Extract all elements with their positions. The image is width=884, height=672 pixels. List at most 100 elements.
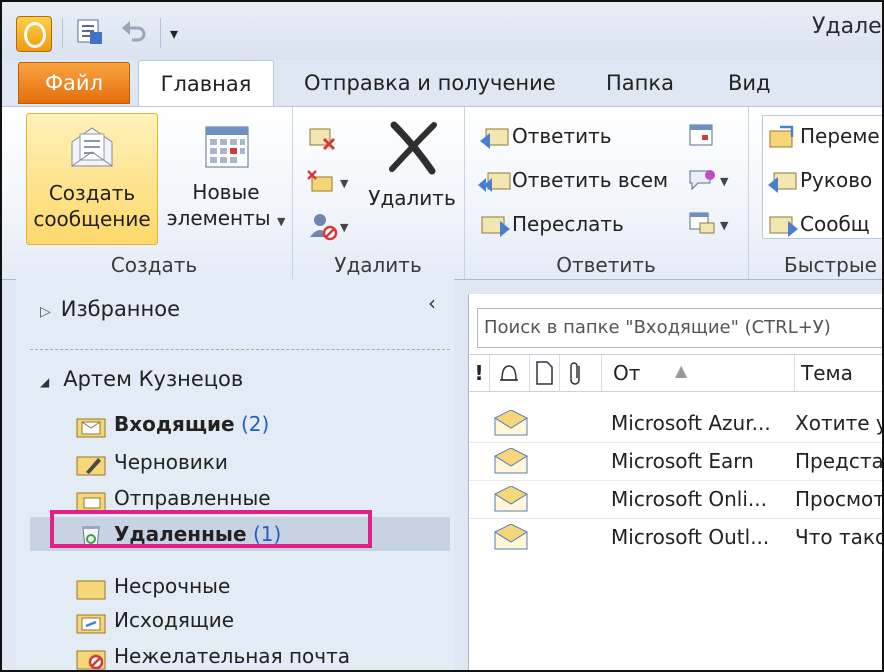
reply-all-icon bbox=[478, 172, 511, 192]
folder-inbox[interactable]: Входящие (2) bbox=[76, 407, 269, 441]
favorites-header[interactable]: ▷ Избранное bbox=[40, 297, 180, 321]
folder-junk[interactable]: Нежелательная почта bbox=[76, 639, 350, 670]
type-column[interactable] bbox=[529, 355, 560, 391]
group-delete: ▼ ▼ Удалить Удалить bbox=[292, 107, 465, 279]
search-input[interactable]: Поиск в папке "Входящие" (CTRL+У) bbox=[477, 308, 882, 348]
ribbon: Создать сообщение Новые элементы ▼ Созда… bbox=[2, 106, 882, 280]
ignore-button[interactable] bbox=[306, 119, 340, 153]
outlook-window: ▾ Удален Файл Главная Отправка и получен… bbox=[0, 0, 884, 672]
cleanup-button[interactable]: ▼ bbox=[306, 163, 348, 197]
junk-folder-icon bbox=[76, 650, 106, 669]
folder-outbox[interactable]: Исходящие bbox=[76, 603, 234, 637]
tab-home[interactable]: Главная bbox=[138, 60, 274, 108]
tab-view[interactable]: Вид bbox=[728, 60, 771, 106]
tab-send-receive[interactable]: Отправка и получение bbox=[304, 60, 556, 106]
outbox-folder-icon bbox=[76, 614, 106, 633]
quick-step-team[interactable]: Сообщ bbox=[766, 207, 870, 241]
collapse-pane-icon[interactable]: ‹ bbox=[428, 291, 436, 315]
folder-inbox-label: Входящие bbox=[114, 412, 235, 436]
meeting-button[interactable] bbox=[686, 117, 720, 151]
nav-divider bbox=[30, 349, 450, 350]
account-header[interactable]: ◢ Артем Кузнецов bbox=[40, 367, 243, 391]
group-create: Создать сообщение Новые элементы ▼ Созда… bbox=[16, 107, 293, 279]
ignore-icon bbox=[309, 128, 336, 150]
reply-label: Ответить bbox=[512, 124, 612, 148]
inbox-folder-icon bbox=[76, 418, 106, 437]
message-row[interactable]: Microsoft Onli... Просмот bbox=[469, 480, 884, 518]
qat-separator bbox=[160, 18, 161, 48]
forward-label: Переслать bbox=[512, 212, 624, 236]
group-respond: Ответить Ответить всем Переслать ▼ ▼ Отв… bbox=[464, 107, 749, 279]
send-receive-icon[interactable] bbox=[74, 16, 106, 48]
more-respond-icon bbox=[689, 212, 715, 233]
sort-ascending-icon: ▲ bbox=[675, 361, 688, 380]
quick-step-team-label: Сообщ bbox=[800, 212, 870, 236]
document-icon bbox=[536, 361, 553, 385]
quick-step-manager[interactable]: Руково bbox=[766, 163, 872, 197]
message-from: Microsoft Onli... bbox=[611, 487, 767, 511]
forward-button[interactable]: Переслать bbox=[478, 207, 624, 241]
outlook-logo-icon[interactable] bbox=[16, 16, 52, 52]
folder-inbox-count: (2) bbox=[240, 412, 270, 436]
im-button[interactable]: ▼ bbox=[686, 161, 728, 195]
ribbon-tabs: Файл Главная Отправка и получение Папка … bbox=[2, 60, 882, 108]
quick-step-move-label: Переме bbox=[800, 124, 880, 148]
cleanup-icon bbox=[307, 169, 333, 191]
folder-drafts[interactable]: Черновики bbox=[76, 445, 228, 479]
new-message-label-2: сообщение bbox=[33, 207, 151, 231]
message-from: Microsoft Outl... bbox=[611, 525, 770, 549]
junk-button[interactable]: ▼ bbox=[306, 207, 348, 241]
group-quick-steps: Переме Руково Сообщ Быстрые д bbox=[748, 107, 882, 279]
new-message-icon bbox=[71, 127, 113, 167]
dropdown-arrow-icon: ▼ bbox=[340, 221, 349, 234]
envelope-icon bbox=[493, 486, 529, 512]
delete-x-icon bbox=[389, 121, 437, 175]
reply-button[interactable]: Ответить bbox=[478, 119, 612, 153]
message-subject: Что тако bbox=[795, 525, 884, 549]
tab-file[interactable]: Файл bbox=[18, 62, 130, 104]
team-email-icon bbox=[769, 216, 798, 237]
folder-junk-label: Нежелательная почта bbox=[114, 644, 350, 668]
envelope-icon bbox=[493, 410, 529, 436]
new-items-button[interactable]: Новые элементы ▼ bbox=[162, 113, 290, 243]
reply-all-button[interactable]: Ответить всем bbox=[478, 163, 668, 197]
from-column[interactable]: От ▲ bbox=[601, 355, 795, 391]
folder-clutter[interactable]: Несрочные bbox=[76, 569, 230, 603]
to-manager-icon bbox=[768, 172, 797, 193]
window-title: Удален bbox=[812, 14, 882, 39]
folder-clutter-label: Несрочные bbox=[114, 574, 231, 598]
group-create-label: Создать bbox=[110, 253, 198, 277]
qat-separator bbox=[62, 18, 63, 48]
sent-folder-icon bbox=[76, 492, 106, 511]
delete-label: Удалить bbox=[368, 186, 456, 210]
importance-column[interactable]: ! bbox=[469, 355, 490, 391]
im-chat-icon bbox=[689, 169, 715, 190]
from-column-label: От bbox=[613, 361, 641, 385]
message-row[interactable]: Microsoft Outl... Что тако bbox=[469, 518, 884, 556]
customize-qat-icon[interactable]: ▾ bbox=[170, 24, 178, 43]
mail-list-pane: Поиск в папке "Входящие" (CTRL+У) ! От ▲… bbox=[468, 294, 884, 670]
subject-column[interactable]: Тема bbox=[795, 355, 882, 391]
message-row[interactable]: Microsoft Azur... Хотите у bbox=[469, 404, 884, 442]
new-items-label-1: Новые bbox=[192, 180, 260, 204]
message-subject: Просмот bbox=[795, 487, 884, 511]
attachment-column[interactable] bbox=[559, 355, 602, 391]
tab-folder[interactable]: Папка bbox=[606, 60, 674, 106]
delete-button[interactable]: Удалить bbox=[364, 115, 460, 235]
new-message-button[interactable]: Создать сообщение bbox=[26, 113, 158, 245]
reminder-column[interactable] bbox=[489, 355, 530, 391]
message-subject: Хотите у bbox=[795, 411, 884, 435]
message-row[interactable]: Microsoft Earn Предста bbox=[469, 442, 884, 480]
undo-icon[interactable] bbox=[118, 16, 150, 48]
message-subject: Предста bbox=[795, 449, 884, 473]
quick-step-manager-label: Руково bbox=[800, 168, 873, 192]
more-respond-button[interactable]: ▼ bbox=[686, 205, 728, 239]
dropdown-arrow-icon: ▼ bbox=[340, 177, 349, 190]
junk-user-icon bbox=[310, 213, 338, 240]
reply-icon bbox=[480, 128, 509, 149]
folder-outbox-label: Исходящие bbox=[114, 608, 235, 632]
quick-step-move[interactable]: Переме bbox=[766, 119, 880, 153]
group-respond-label: Ответить bbox=[556, 253, 656, 277]
forward-icon bbox=[481, 216, 510, 237]
title-bar: ▾ Удален bbox=[2, 2, 882, 60]
